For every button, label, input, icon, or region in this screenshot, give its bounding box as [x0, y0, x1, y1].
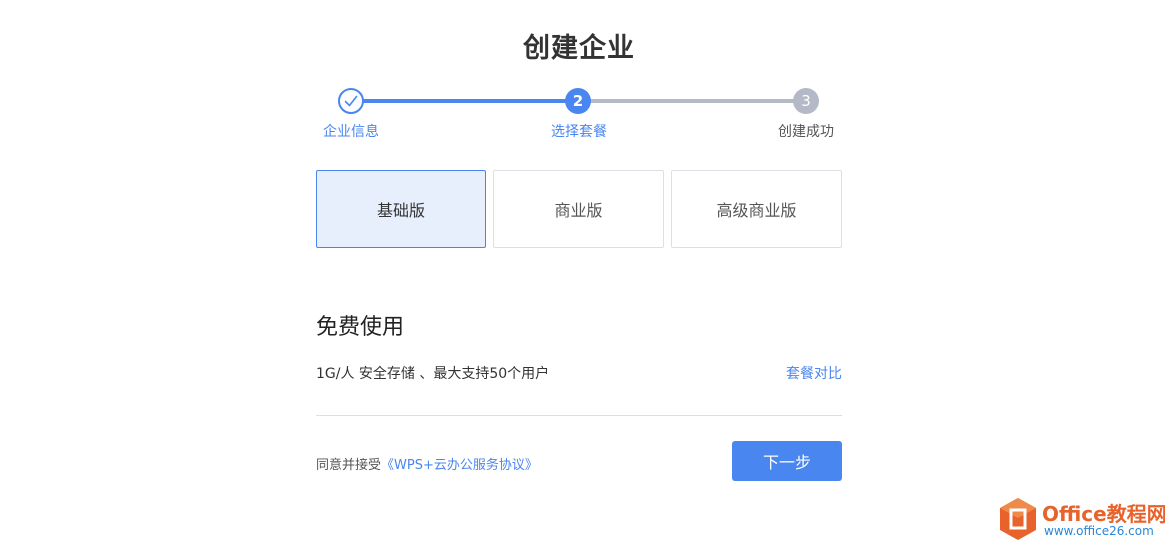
step-connector-done — [351, 99, 579, 103]
next-step-button[interactable]: 下一步 — [732, 441, 842, 481]
step-3-label: 创建成功 — [778, 124, 834, 140]
plan-business-card[interactable]: 商业版 — [493, 170, 664, 248]
watermark: Office教程网 www.office26.com — [998, 496, 1165, 544]
divider — [316, 415, 842, 416]
agreement-text: 同意并接受《WPS+云办公服务协议》 — [316, 454, 538, 473]
plan-basic-card[interactable]: 基础版 — [316, 170, 486, 248]
check-icon — [344, 95, 358, 107]
step-2-label: 选择套餐 — [551, 124, 607, 140]
plan-basic-label: 基础版 — [376, 201, 425, 220]
step-1-label: 企业信息 — [323, 124, 379, 140]
plan-advanced-business-card[interactable]: 高级商业版 — [671, 170, 842, 248]
plan-business-label: 商业版 — [554, 201, 603, 220]
plan-detail-description: 1G/人 安全存储 、最大支持50个用户 — [316, 366, 550, 382]
agreement-prefix: 同意并接受 — [316, 458, 382, 473]
stepper: 2 3 企业信息 选择套餐 创建成功 — [316, 88, 842, 144]
watermark-url: www.office26.com — [1044, 524, 1154, 538]
agreement-link[interactable]: 《WPS+云办公服务协议》 — [381, 458, 538, 473]
compare-plans-link[interactable]: 套餐对比 — [786, 363, 842, 383]
step-2-circle: 2 — [565, 88, 591, 114]
page-title: 创建企业 — [523, 33, 635, 64]
watermark-text: Office教程网 — [1042, 502, 1165, 526]
step-1-circle — [338, 88, 364, 114]
plan-advanced-business-label: 高级商业版 — [716, 201, 797, 220]
office-logo-icon — [1000, 498, 1036, 540]
step-connector-todo — [579, 99, 805, 103]
plan-detail-name: 免费使用 — [316, 315, 405, 340]
step-3-circle: 3 — [793, 88, 819, 114]
